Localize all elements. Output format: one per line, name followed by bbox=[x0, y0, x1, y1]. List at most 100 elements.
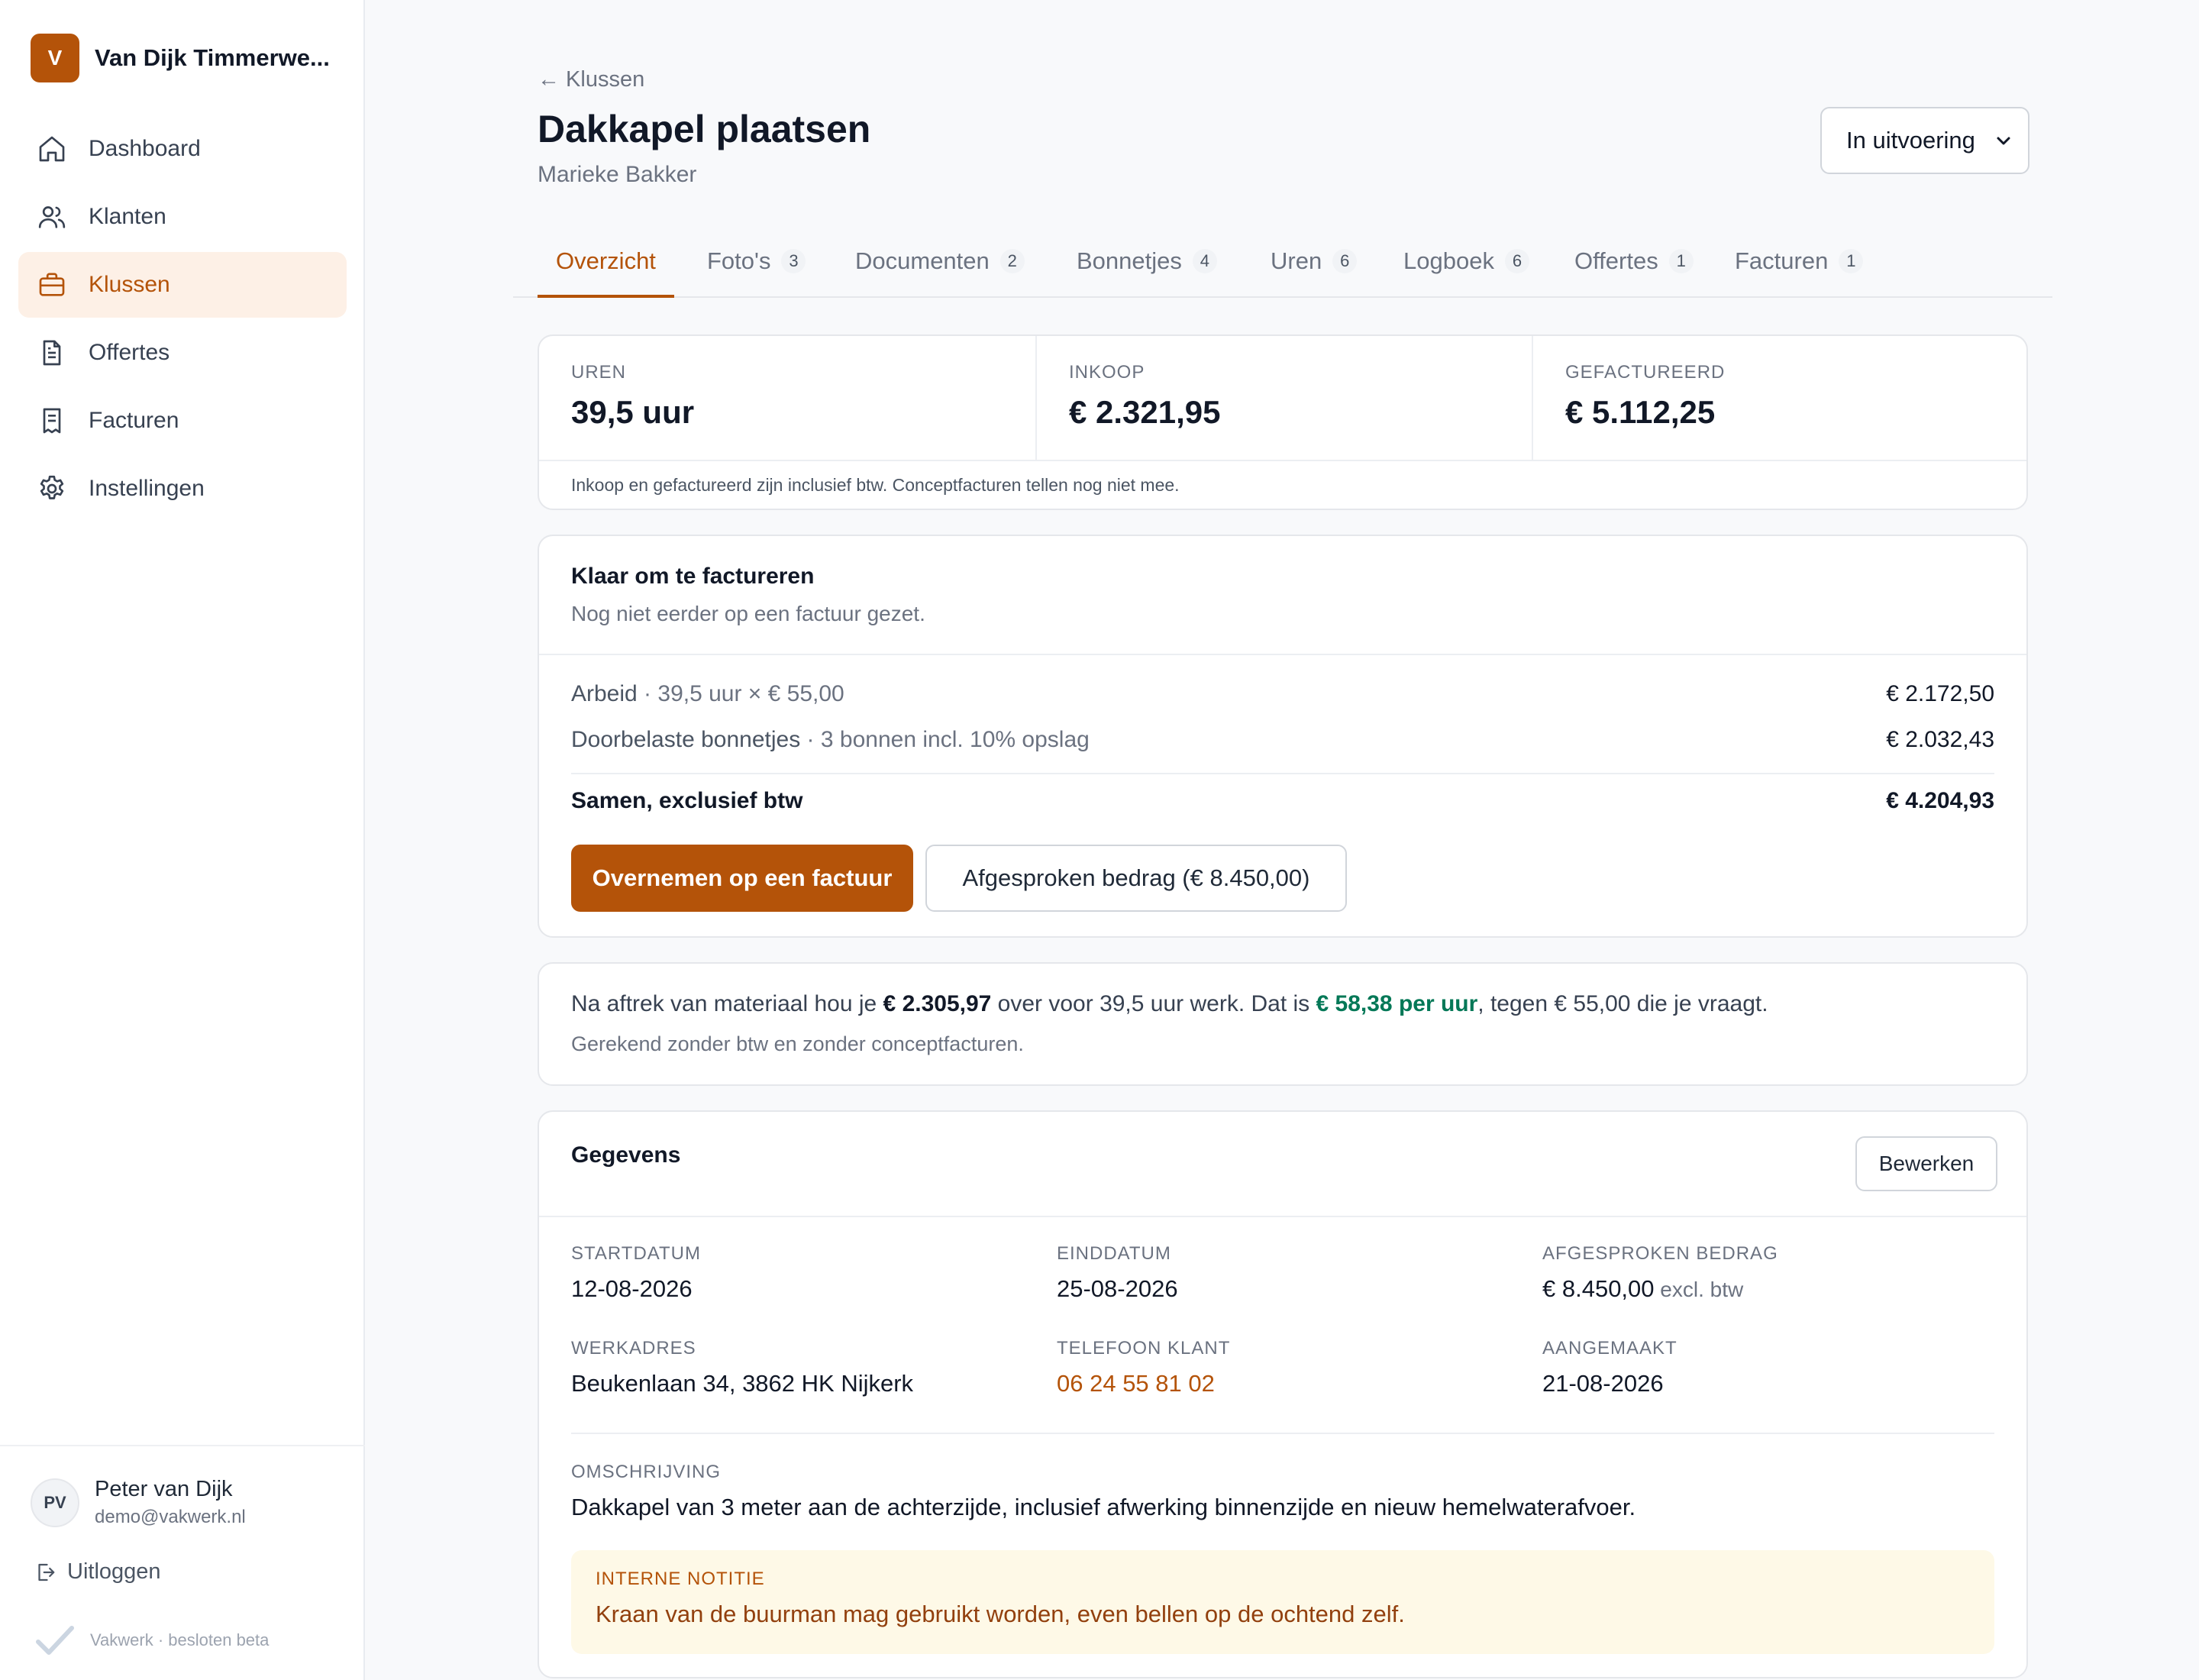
field-omschrijving: OMSCHRIJVING Dakkapel van 3 meter aan de… bbox=[571, 1462, 1636, 1521]
agreed-amount: € 8.450,00 bbox=[1542, 1275, 1655, 1302]
field-label: TELEFOON KLANT bbox=[1057, 1338, 1231, 1359]
hourly-rate: € 58,38 per uur bbox=[1316, 991, 1478, 1016]
sidebar-item-klanten[interactable]: Klanten bbox=[18, 184, 347, 250]
tab-logboek[interactable]: Logboek 6 bbox=[1403, 247, 1529, 298]
tab-count-badge: 6 bbox=[1504, 249, 1529, 273]
sidebar-item-label: Instellingen bbox=[89, 476, 205, 501]
total-amount: € 4.204,93 bbox=[1886, 788, 1994, 813]
chevron-down-icon bbox=[1997, 137, 2010, 145]
sidebar-footer: PV Peter van Dijk demo@vakwerk.nl Uitlog… bbox=[0, 1445, 365, 1655]
card-title: Klaar om te factureren bbox=[571, 564, 815, 589]
margin-note: Gerekend zonder btw en zonder conceptfac… bbox=[571, 1032, 1024, 1055]
client-name[interactable]: Marieke Bakker bbox=[538, 162, 696, 188]
stat-label: GEFACTUREERD bbox=[1565, 362, 1726, 383]
card-subtitle: Nog niet eerder op een factuur gezet. bbox=[571, 602, 925, 625]
sidebar-item-instellingen[interactable]: Instellingen bbox=[18, 456, 347, 522]
sidebar-item-label: Klanten bbox=[89, 204, 166, 229]
divider bbox=[571, 773, 1994, 774]
sidebar-item-offertes[interactable]: Offertes bbox=[18, 320, 347, 386]
tab-label: Facturen bbox=[1735, 247, 1829, 274]
line-amount: € 2.172,50 bbox=[1886, 681, 1994, 706]
stat-label: UREN bbox=[571, 362, 627, 383]
margin-card: Na aftrek van materiaal hou je € 2.305,9… bbox=[538, 962, 2028, 1086]
invoice-line-receipts: Doorbelaste bonnetjes · 3 bonnen incl. 1… bbox=[571, 727, 1994, 753]
logout-label: Uitloggen bbox=[67, 1559, 161, 1584]
tab-uren[interactable]: Uren 6 bbox=[1271, 247, 1358, 298]
line-detail: · 3 bonnen incl. 10% opslag bbox=[800, 727, 1090, 752]
stat-value: 39,5 uur bbox=[571, 394, 695, 430]
checkmark-logo-icon bbox=[36, 1626, 74, 1655]
details-card: Gegevens Bewerken STARTDATUM 12-08-2026 … bbox=[538, 1110, 2028, 1678]
stat-uren: UREN 39,5 uur bbox=[539, 336, 1035, 460]
avatar: PV bbox=[31, 1478, 79, 1527]
edit-button[interactable]: Bewerken bbox=[1855, 1136, 1997, 1191]
phone-link[interactable]: 06 24 55 81 02 bbox=[1057, 1370, 1230, 1397]
agreed-amount-button[interactable]: Afgesproken bedrag (€ 8.450,00) bbox=[925, 845, 1347, 912]
status-select[interactable]: In uitvoering bbox=[1820, 107, 2029, 174]
tab-fotos[interactable]: Foto's 3 bbox=[707, 247, 806, 298]
sidebar: V Van Dijk Timmerwe... Dashboard Klanten… bbox=[0, 0, 365, 1680]
tab-label: Documenten bbox=[855, 247, 990, 274]
tab-bonnetjes[interactable]: Bonnetjes 4 bbox=[1077, 247, 1217, 298]
line-detail: · 39,5 uur × € 55,00 bbox=[637, 681, 844, 706]
sidebar-item-label: Dashboard bbox=[89, 136, 201, 161]
logout-button[interactable]: Uitloggen bbox=[34, 1559, 161, 1585]
divider bbox=[539, 654, 2026, 655]
receipt-icon bbox=[43, 408, 61, 434]
add-to-invoice-button[interactable]: Overnemen op een factuur bbox=[571, 845, 913, 912]
user-email: demo@vakwerk.nl bbox=[95, 1507, 246, 1527]
divider bbox=[539, 1216, 2026, 1217]
stat-value: € 2.321,95 bbox=[1069, 394, 1221, 430]
margin-text: over voor 39,5 uur werk. Dat is bbox=[991, 991, 1316, 1016]
line-amount: € 2.032,43 bbox=[1886, 727, 1994, 752]
field-value: € 8.450,00 excl. btw bbox=[1542, 1275, 1778, 1303]
invoice-line-labor: Arbeid · 39,5 uur × € 55,00 € 2.172,50 bbox=[571, 681, 1994, 707]
tab-label: Logboek bbox=[1403, 247, 1494, 274]
stat-value: € 5.112,25 bbox=[1565, 394, 1716, 430]
sidebar-item-label: Facturen bbox=[89, 408, 179, 433]
stat-gefactureerd: GEFACTUREERD € 5.112,25 bbox=[1532, 336, 2028, 460]
back-link[interactable]: ← Klussen bbox=[538, 67, 644, 92]
tab-count-badge: 4 bbox=[1192, 249, 1217, 273]
tab-count-badge: 6 bbox=[1332, 249, 1358, 273]
field-label: STARTDATUM bbox=[571, 1243, 701, 1264]
tab-facturen[interactable]: Facturen 1 bbox=[1735, 247, 1864, 298]
sidebar-item-dashboard[interactable]: Dashboard bbox=[18, 116, 347, 182]
user-profile[interactable]: PV Peter van Dijk demo@vakwerk.nl bbox=[31, 1477, 246, 1528]
tab-documenten[interactable]: Documenten 2 bbox=[855, 247, 1025, 298]
total-label: Samen, exclusief btw bbox=[571, 788, 803, 813]
stats-note: Inkoop en gefactureerd zijn inclusief bt… bbox=[539, 460, 2026, 496]
tab-label: Offertes bbox=[1574, 247, 1658, 274]
sidebar-item-facturen[interactable]: Facturen bbox=[18, 388, 347, 454]
margin-summary: Na aftrek van materiaal hou je € 2.305,9… bbox=[571, 991, 1768, 1017]
note-text: Kraan van de buurman mag gebruikt worden… bbox=[596, 1601, 1405, 1627]
field-telefoon-klant: TELEFOON KLANT 06 24 55 81 02 bbox=[1057, 1338, 1230, 1397]
field-value: Dakkapel van 3 meter aan de achterzijde,… bbox=[571, 1494, 1636, 1520]
logout-icon bbox=[38, 1563, 55, 1581]
brand-name: Van Dijk Timmerwe... bbox=[95, 44, 330, 71]
margin-text: , tegen € 55,00 die je vraagt. bbox=[1477, 991, 1768, 1016]
field-label: OMSCHRIJVING bbox=[571, 1462, 722, 1482]
tab-offertes[interactable]: Offertes 1 bbox=[1574, 247, 1694, 298]
field-value: Beukenlaan 34, 3862 HK Nijkerk bbox=[571, 1370, 914, 1397]
stat-label: INKOOP bbox=[1069, 362, 1145, 383]
sidebar-item-klussen[interactable]: Klussen bbox=[18, 252, 347, 318]
field-werkadres: WERKADRES Beukenlaan 34, 3862 HK Nijkerk bbox=[571, 1338, 913, 1397]
brand[interactable]: V Van Dijk Timmerwe... bbox=[31, 34, 330, 82]
divider bbox=[571, 1433, 1994, 1434]
margin-text: Na aftrek van materiaal hou je bbox=[571, 991, 883, 1016]
field-value: 21-08-2026 bbox=[1542, 1370, 1664, 1397]
field-aangemaakt: AANGEMAAKT 21-08-2026 bbox=[1542, 1338, 1678, 1397]
tab-label: Bonnetjes bbox=[1077, 247, 1182, 274]
field-label: AANGEMAAKT bbox=[1542, 1338, 1678, 1359]
tab-overzicht[interactable]: Overzicht bbox=[538, 247, 674, 298]
field-afgesproken-bedrag: AFGESPROKEN BEDRAG € 8.450,00 excl. btw bbox=[1542, 1243, 1778, 1303]
sidebar-item-label: Offertes bbox=[89, 340, 170, 365]
briefcase-icon bbox=[39, 273, 65, 296]
home-icon bbox=[39, 136, 65, 162]
invoice-total: Samen, exclusief btw € 4.204,93 bbox=[571, 788, 1994, 814]
tab-count-badge: 1 bbox=[1668, 249, 1694, 273]
field-startdatum: STARTDATUM 12-08-2026 bbox=[571, 1243, 701, 1303]
stat-inkoop: INKOOP € 2.321,95 bbox=[1035, 336, 1532, 460]
page-title: Dakkapel plaatsen bbox=[538, 108, 871, 150]
